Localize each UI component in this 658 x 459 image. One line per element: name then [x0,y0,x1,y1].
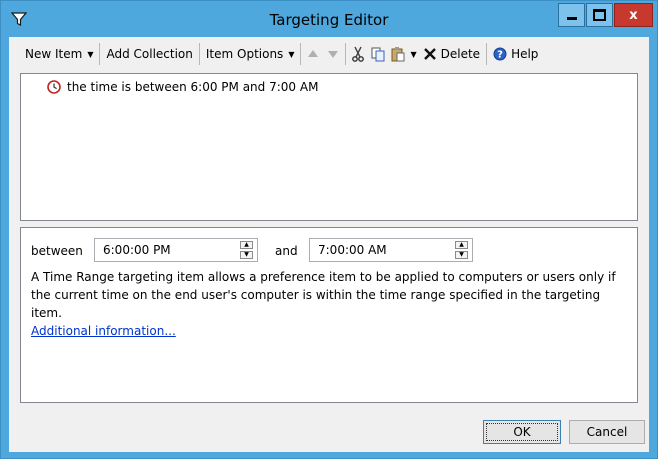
close-button[interactable]: x [614,3,653,27]
move-down-button[interactable] [323,43,343,65]
move-down-icon [328,51,339,58]
item-options-label: Item Options [205,47,284,61]
add-collection-label: Add Collection [106,47,193,61]
tree-item[interactable]: the time is between 6:00 PM and 7:00 AM [47,80,318,94]
move-up-button[interactable] [303,43,323,65]
end-time-spinner[interactable]: 7:00:00 AM ▲ ▼ [309,238,473,262]
copy-icon [371,47,385,62]
new-item-menu[interactable]: New Item ▼ [21,43,97,65]
client-area: New Item ▼ Add Collection Item Options ▼ [9,37,649,452]
toolbar-separator [300,43,302,65]
tree-item-label: the time is between 6:00 PM and 7:00 AM [67,80,319,94]
start-time-down-button[interactable]: ▼ [240,251,253,259]
targeting-items-tree[interactable]: the time is between 6:00 PM and 7:00 AM [20,73,638,221]
help-label: Help [511,47,539,61]
item-options-menu[interactable]: Item Options ▼ [202,43,299,65]
minimize-button[interactable] [558,3,585,27]
start-time-value: 6:00:00 PM [103,243,171,257]
title-bar[interactable]: Targeting Editor x [1,1,657,37]
close-icon: x [629,7,638,23]
toolbar: New Item ▼ Add Collection Item Options ▼ [9,37,649,71]
clock-icon [47,80,61,94]
svg-text:?: ? [497,50,503,61]
additional-information-link[interactable]: Additional information... [31,322,631,340]
move-up-icon [308,50,319,57]
cancel-button[interactable]: Cancel [569,420,645,444]
description-block: A Time Range targeting item allows a pre… [31,268,631,340]
description-text: A Time Range targeting item allows a pre… [31,270,616,320]
targeting-editor-window: Targeting Editor x New Item ▼ Add Collec… [0,0,658,459]
delete-label: Delete [440,47,481,61]
and-label: and [275,244,298,258]
toolbar-separator [99,43,101,65]
cut-button[interactable] [348,43,368,65]
end-time-up-button[interactable]: ▲ [455,241,468,249]
start-time-up-button[interactable]: ▲ [240,241,253,249]
minimize-icon [566,17,577,20]
paste-icon [391,47,405,62]
end-time-value: 7:00:00 AM [318,243,387,257]
chevron-down-icon: ▼ [87,49,94,59]
toolbar-separator [345,43,347,65]
chevron-down-icon: ▼ [410,49,417,59]
toolbar-separator [198,43,200,65]
properties-panel: between 6:00:00 PM ▲ ▼ and 7:00:00 AM ▲ … [20,227,638,403]
delete-button[interactable]: Delete [419,43,484,65]
maximize-icon [593,9,606,21]
between-label: between [31,244,83,258]
help-icon: ? [493,47,507,61]
delete-x-icon [423,48,436,60]
new-item-label: New Item [25,47,83,61]
paste-button[interactable] [388,43,408,65]
add-collection-button[interactable]: Add Collection [102,43,196,65]
start-time-spinner[interactable]: 6:00:00 PM ▲ ▼ [94,238,258,262]
scissors-icon [352,46,365,62]
ok-button[interactable]: OK [483,420,561,444]
chevron-down-icon: ▼ [288,49,295,59]
end-time-down-button[interactable]: ▼ [455,251,468,259]
maximize-button[interactable] [586,3,613,27]
paste-options-menu[interactable]: ▼ [408,43,418,65]
toolbar-separator [486,43,488,65]
help-button[interactable]: ? Help [489,43,542,65]
copy-button[interactable] [368,43,388,65]
